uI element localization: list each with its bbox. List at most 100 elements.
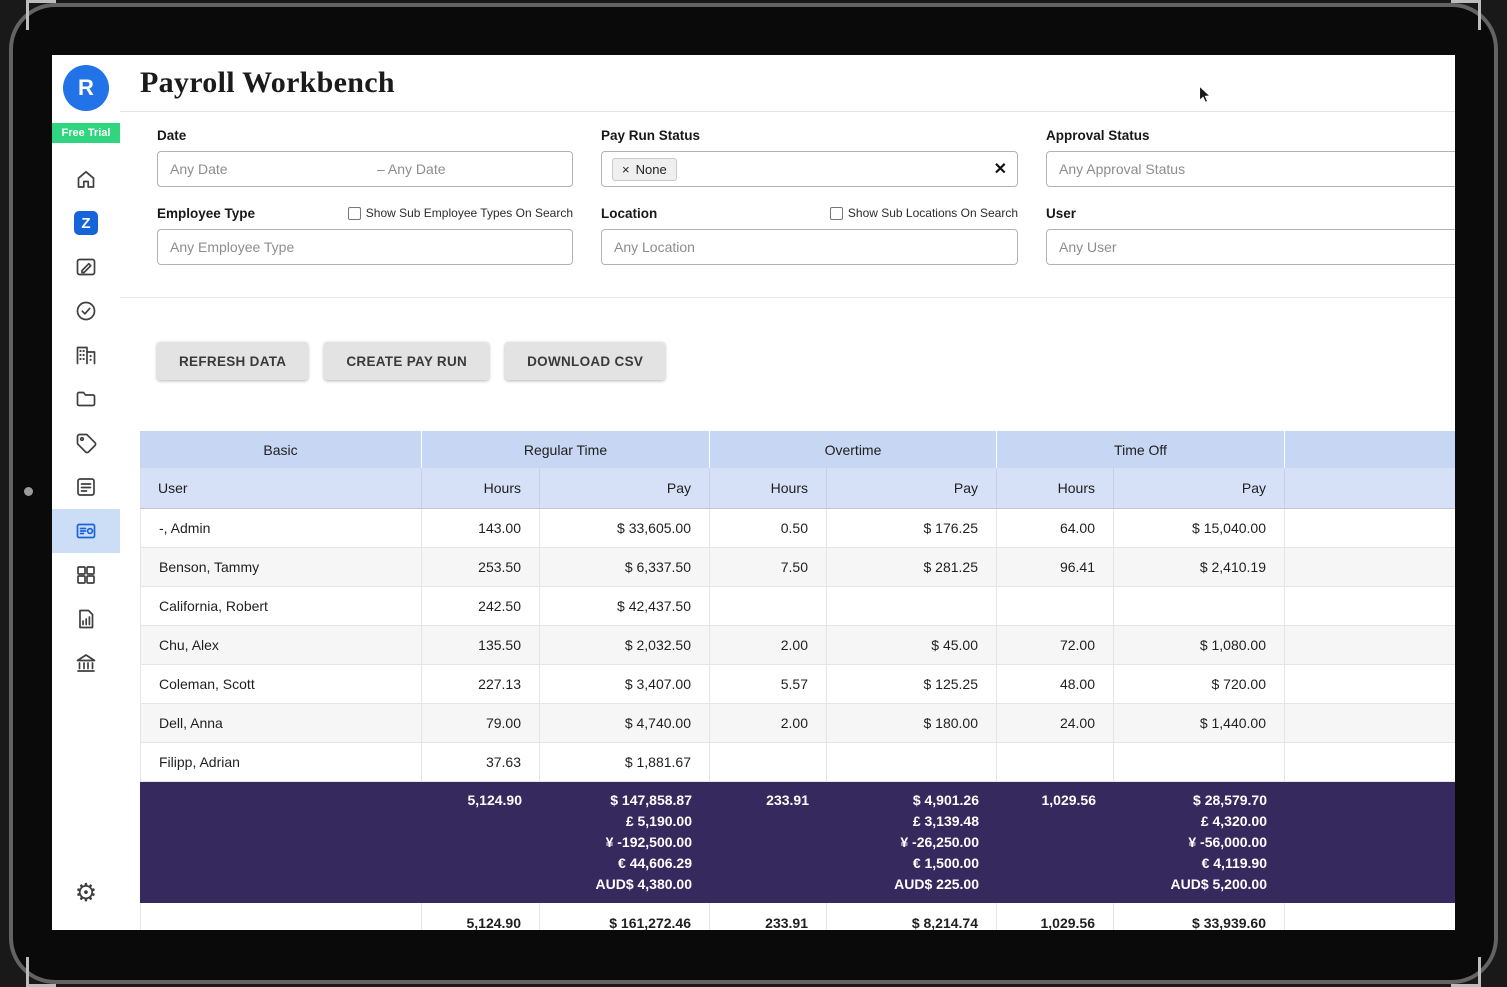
table-row[interactable]: California, Robert 242.50 $ 42,437.50 xyxy=(140,587,1455,626)
totals-rt-pay: $ 147,858.87 £ 5,190.00 ¥ -192,500.00 € … xyxy=(540,790,710,895)
col-user[interactable]: User xyxy=(140,468,422,508)
cell-rt-hours: 37.63 xyxy=(422,743,540,781)
col-to-hours[interactable]: Hours xyxy=(997,468,1114,508)
cell-to-hours: 48.00 xyxy=(997,665,1114,703)
cell-to-hours xyxy=(997,743,1114,781)
cell-to-pay: $ 1,080.00 xyxy=(1114,626,1285,664)
cell-to-pay: $ 33,939.60 xyxy=(1114,903,1285,930)
cell-ot-pay xyxy=(827,743,997,781)
cell-rt-pay: $ 42,437.50 xyxy=(540,587,710,625)
status-chip-none[interactable]: × None xyxy=(612,158,677,181)
home-icon xyxy=(74,167,98,191)
table-row[interactable]: Dell, Anna 79.00 $ 4,740.00 2.00 $ 180.0… xyxy=(140,704,1455,743)
cell-rt-pay: $ 161,272.46 xyxy=(540,903,710,930)
date-from-placeholder[interactable]: Any Date xyxy=(158,161,365,177)
cell-to-pay: $ 15,040.00 xyxy=(1114,509,1285,547)
filters-section: Date Any Date – Any Date Pay Run Status … xyxy=(120,112,1455,298)
date-field: Date Any Date – Any Date xyxy=(157,125,573,187)
approval-status-input[interactable] xyxy=(1046,151,1455,187)
clear-icon[interactable]: ✕ xyxy=(994,159,1007,179)
cell-rt-pay: $ 6,337.50 xyxy=(540,548,710,586)
sidebar-item-payroll[interactable] xyxy=(52,509,120,553)
chip-remove-icon[interactable]: × xyxy=(622,162,630,177)
cell-user xyxy=(140,903,422,930)
sidebar-item-bank[interactable] xyxy=(52,641,120,685)
sidebar-item-home[interactable] xyxy=(52,157,120,201)
page-title: Payroll Workbench xyxy=(140,66,395,100)
user-label: User xyxy=(1046,206,1076,221)
refresh-data-button[interactable]: REFRESH DATA xyxy=(157,342,308,380)
col-ot-hours[interactable]: Hours xyxy=(710,468,827,508)
date-to-placeholder[interactable]: – Any Date xyxy=(365,161,572,177)
cell-extra xyxy=(1285,704,1455,742)
sidebar-item-folder[interactable] xyxy=(52,377,120,421)
table-row[interactable]: Coleman, Scott 227.13 $ 3,407.00 5.57 $ … xyxy=(140,665,1455,704)
location-input[interactable] xyxy=(601,229,1018,265)
cell-extra xyxy=(1285,548,1455,586)
employee-type-input[interactable] xyxy=(157,229,573,265)
total-line: AUD$ 225.00 xyxy=(894,874,979,895)
sub-locations-label: Show Sub Locations On Search xyxy=(848,206,1018,220)
totals-row: 5,124.90 $ 147,858.87 £ 5,190.00 ¥ -192,… xyxy=(140,782,1455,903)
download-csv-button[interactable]: DOWNLOAD CSV xyxy=(505,342,665,380)
group-overtime: Overtime xyxy=(710,431,997,468)
cell-rt-hours: 135.50 xyxy=(422,626,540,664)
cell-ot-hours: 2.00 xyxy=(710,626,827,664)
cell-ot-pay xyxy=(827,587,997,625)
partial-total-row: 5,124.90 $ 161,272.46 233.91 $ 8,214.74 … xyxy=(140,903,1455,930)
col-rt-hours[interactable]: Hours xyxy=(422,468,540,508)
sidebar-item-compose[interactable] xyxy=(52,245,120,289)
cell-to-hours: 64.00 xyxy=(997,509,1114,547)
create-pay-run-button[interactable]: CREATE PAY RUN xyxy=(324,342,489,380)
cell-extra xyxy=(1285,509,1455,547)
cell-ot-hours: 7.50 xyxy=(710,548,827,586)
sub-locations-checkbox[interactable] xyxy=(830,207,843,220)
table-row[interactable]: Chu, Alex 135.50 $ 2,032.50 2.00 $ 45.00… xyxy=(140,626,1455,665)
sidebar-item-approvals[interactable] xyxy=(52,289,120,333)
col-ot-pay[interactable]: Pay xyxy=(827,468,997,508)
cell-to-hours: 72.00 xyxy=(997,626,1114,664)
sidebar-item-dashboard[interactable] xyxy=(52,553,120,597)
employee-type-field: Employee Type Show Sub Employee Types On… xyxy=(157,203,573,265)
folder-icon xyxy=(74,387,98,411)
cell-user: Chu, Alex xyxy=(140,626,422,664)
user-field: User xyxy=(1046,203,1455,265)
total-line: $ 147,858.87 xyxy=(610,790,692,811)
cell-rt-hours: 79.00 xyxy=(422,704,540,742)
cell-rt-pay: $ 2,032.50 xyxy=(540,626,710,664)
table-row[interactable]: Filipp, Adrian 37.63 $ 1,881.67 xyxy=(140,743,1455,782)
employee-type-label: Employee Type xyxy=(157,206,255,221)
total-line: £ 3,139.48 xyxy=(913,811,979,832)
total-line: 233.91 xyxy=(766,790,809,811)
table-row[interactable]: -, Admin 143.00 $ 33,605.00 0.50 $ 176.2… xyxy=(140,509,1455,548)
sidebar-item-settings[interactable]: ⚙ xyxy=(52,871,120,916)
cell-to-pay xyxy=(1114,587,1285,625)
approvals-icon xyxy=(74,299,98,323)
cell-ot-pay: $ 45.00 xyxy=(827,626,997,664)
sub-employee-types-option: Show Sub Employee Types On Search xyxy=(348,206,573,220)
corner-mark xyxy=(1451,0,1481,30)
col-rt-pay[interactable]: Pay xyxy=(540,468,710,508)
cell-rt-pay: $ 3,407.00 xyxy=(540,665,710,703)
app-logo[interactable]: R xyxy=(63,65,109,111)
sidebar-item-reports[interactable] xyxy=(52,597,120,641)
total-line: AUD$ 5,200.00 xyxy=(1170,874,1267,895)
total-line: 1,029.56 xyxy=(1042,790,1097,811)
cell-to-pay: $ 2,410.19 xyxy=(1114,548,1285,586)
sidebar-item-z-app[interactable]: Z xyxy=(52,201,120,245)
cell-extra xyxy=(1285,665,1455,703)
table-row[interactable]: Benson, Tammy 253.50 $ 6,337.50 7.50 $ 2… xyxy=(140,548,1455,587)
cell-ot-hours xyxy=(710,743,827,781)
pay-run-status-input[interactable]: × None ✕ xyxy=(601,151,1018,187)
sidebar-item-company[interactable] xyxy=(52,333,120,377)
tag-icon xyxy=(74,431,98,455)
user-input[interactable] xyxy=(1046,229,1455,265)
app-screen: R Free Trial Z xyxy=(52,55,1455,930)
sidebar-item-tags[interactable] xyxy=(52,421,120,465)
col-to-pay[interactable]: Pay xyxy=(1114,468,1285,508)
sidebar-item-notes[interactable] xyxy=(52,465,120,509)
totals-ot-hours: 233.91 xyxy=(710,790,827,895)
date-range-input[interactable]: Any Date – Any Date xyxy=(157,151,573,187)
sub-employee-types-checkbox[interactable] xyxy=(348,207,361,220)
cell-extra xyxy=(1285,743,1455,781)
